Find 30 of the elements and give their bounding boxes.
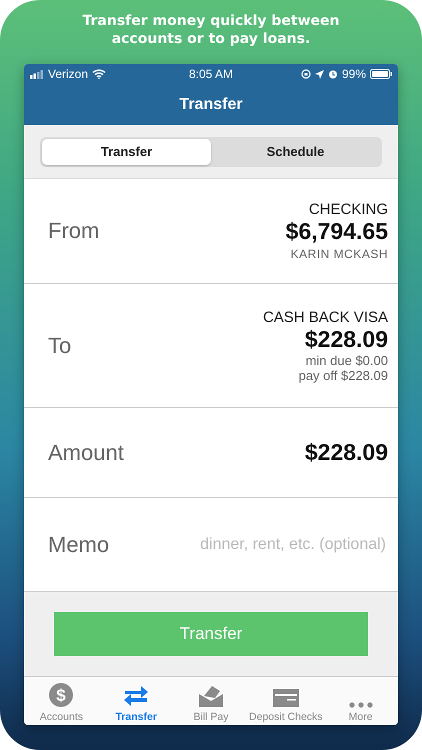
to-label: To	[48, 332, 72, 358]
memo-label: Memo	[48, 532, 110, 558]
transfer-button[interactable]: Transfer	[54, 612, 368, 656]
segment-tab[interactable]: Schedule	[211, 138, 380, 164]
tab-bar-item[interactable]: Bill Pay	[174, 677, 248, 725]
segment-tab[interactable]: Transfer	[42, 138, 211, 164]
account-balance: $6,794.65	[286, 218, 388, 245]
dollar-icon: $	[48, 682, 74, 708]
tab-bar-item[interactable]: $ Accounts	[24, 677, 99, 725]
amount-row[interactable]: Amount $228.09	[24, 408, 398, 498]
tab-bar-item[interactable]: Transfer	[98, 677, 174, 725]
nav-title: Transfer	[24, 84, 398, 125]
battery-percent: 99%	[342, 67, 366, 81]
account-owner: KARIN MCKASH	[290, 247, 388, 261]
payment-note: min due $0.00	[306, 352, 388, 368]
account-name: CHECKING	[308, 201, 388, 218]
to-row[interactable]: To CASH BACK VISA $228.09 min due $0.00 pay off $228.09	[24, 284, 398, 408]
from-label: From	[48, 218, 100, 244]
amount-value: $228.09	[304, 439, 388, 466]
from-row[interactable]: From CHECKING $6,794.65 KARIN MCKASH	[24, 179, 398, 284]
carrier-name: Verizon	[48, 67, 88, 81]
account-name: CASH BACK VISA	[262, 308, 388, 326]
tab-bar-item[interactable]: Deposit Checks	[248, 677, 324, 725]
memo-field[interactable]: dinner, rent, etc. (optional)	[164, 534, 388, 554]
tab-bar-item[interactable]: More	[323, 677, 398, 725]
account-balance: $228.09	[304, 326, 388, 352]
amount-label: Amount	[48, 440, 124, 466]
payment-note: pay off $228.09	[298, 368, 388, 382]
headline: Transfer money quickly between accounts or to pay loans.	[82, 12, 340, 49]
status-time: 8:05 AM	[188, 67, 234, 81]
